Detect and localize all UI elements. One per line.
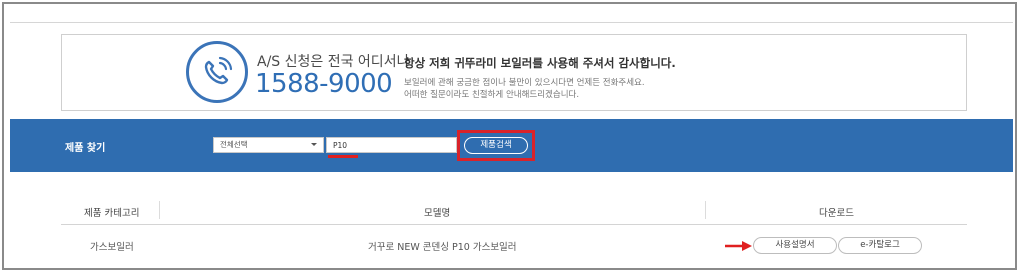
header-separator: [159, 201, 160, 219]
header-separator: [705, 201, 706, 219]
search-label: 제품 찾기: [65, 143, 106, 154]
category-select[interactable]: 전체선택: [213, 137, 324, 153]
product-search-button[interactable]: 제품검색: [464, 137, 528, 154]
as-banner: A/S 신청은 전국 어디서나 1588-9000 항상 저희 귀뚜라미 보일러…: [61, 34, 967, 111]
screenshot-frame: A/S 신청은 전국 어디서나 1588-9000 항상 저희 귀뚜라미 보일러…: [2, 2, 1017, 270]
phone-ringing-icon: [204, 56, 233, 85]
header-model: 모델명: [424, 208, 451, 219]
model-search-input[interactable]: [326, 137, 457, 153]
as-thanks-text: 항상 저희 귀뚜라미 보일러를 사용해 주셔서 감사합니다.: [404, 56, 676, 70]
input-underline-annotation: [328, 155, 358, 158]
as-description-line-2: 어떠한 질문이라도 친절하게 안내해드리겠습니다.: [404, 90, 580, 100]
top-divider: [10, 22, 1013, 23]
as-phone-number[interactable]: 1588-9000: [255, 69, 393, 99]
manual-download-button[interactable]: 사용설명서: [753, 237, 837, 254]
catalog-download-button[interactable]: e-카탈로그: [838, 237, 922, 254]
table-header-row: 제품 카테고리 모델명 다운로드: [61, 197, 967, 225]
row-category: 가스보일러: [90, 242, 134, 253]
category-select-value: 전체선택: [220, 140, 248, 149]
product-search-bar: 제품 찾기 전체선택 제품검색: [10, 119, 1013, 172]
row-divider: [61, 268, 967, 269]
as-description-line-1: 보일러에 관해 궁금한 점이나 불만이 있으시다면 언제든 전화주세요.: [404, 78, 645, 88]
header-category: 제품 카테고리: [84, 208, 140, 219]
row-model-name: 거꾸로 NEW 콘덴싱 P10 가스보일러: [368, 242, 517, 253]
phone-icon: [186, 41, 248, 103]
chevron-down-icon: [311, 143, 317, 146]
red-arrow-icon: [725, 241, 752, 251]
header-download: 다운로드: [819, 208, 854, 219]
as-title: A/S 신청은 전국 어디서나: [257, 54, 410, 70]
